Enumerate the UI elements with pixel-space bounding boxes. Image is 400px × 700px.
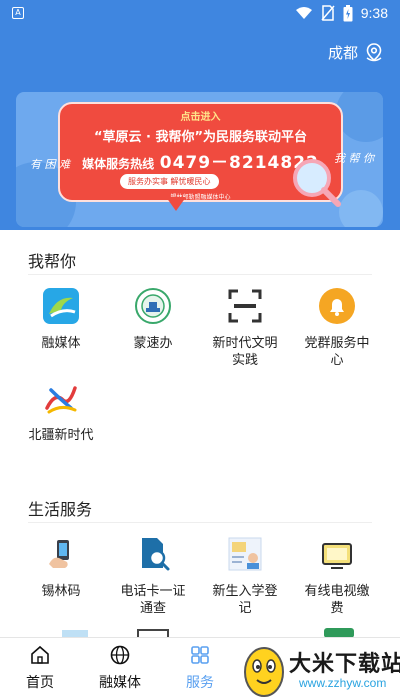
egg-mascot-icon: [244, 647, 284, 697]
service-item-cable-tv[interactable]: 有线电视缴费: [292, 534, 382, 617]
location-selector[interactable]: 成都: [328, 42, 384, 63]
watermark-title: 大米下载站: [289, 652, 400, 677]
globe-icon: [110, 645, 130, 665]
banner-cta: 点击进入: [180, 112, 221, 123]
service-item-xilin-code[interactable]: 锡林码: [16, 534, 106, 600]
tab-home[interactable]: 首页: [0, 644, 80, 692]
hand-phone-icon: [49, 540, 69, 568]
bell-icon: [319, 288, 355, 324]
location-label: 成都: [327, 44, 358, 62]
service-label: 北疆新时代: [28, 428, 94, 443]
service-label: 电话卡一证通查: [120, 584, 186, 616]
battery-icon: [343, 4, 353, 21]
media-fusion-icon: [43, 288, 79, 324]
service-label: 有线电视缴费: [304, 584, 370, 616]
service-item-enrollment[interactable]: 新生入学登记: [200, 534, 290, 617]
bubble-tail: [166, 197, 186, 211]
banner-title: “草原云 · 我帮你”为民服务联动平台: [93, 130, 308, 145]
scan-frame-icon: [228, 289, 262, 323]
wifi-icon: [295, 7, 312, 19]
section-title-life: 生活服务: [28, 500, 93, 519]
app-notification-icon: A: [12, 7, 24, 19]
service-label: 融媒体: [41, 336, 81, 351]
status-right: 9:38: [295, 4, 388, 22]
enrollment-icon: [228, 537, 262, 571]
banner-side-left: 有 困 难: [30, 158, 70, 171]
banner-side-right: 我 帮 你: [334, 152, 374, 165]
section-divider: [28, 274, 372, 275]
section-divider: [28, 522, 372, 523]
tab-label: 融媒体: [99, 675, 141, 691]
cable-tv-icon: [322, 543, 352, 569]
service-label: 锡林码: [41, 584, 81, 599]
beijiang-logo-icon: [45, 386, 77, 414]
service-label: 新时代文明实践: [212, 336, 278, 368]
service-item-simcard[interactable]: 电话卡一证通查: [108, 534, 198, 617]
service-item-party-center[interactable]: 党群服务中心: [292, 286, 382, 369]
watermark: 大米下载站 www.zzhyw.com: [225, 640, 400, 700]
service-label: 新生入学登记: [212, 584, 278, 616]
service-label: 党群服务中心: [304, 336, 370, 368]
banner-slogan: 服务办实事 解忧暖民心: [120, 174, 219, 189]
no-sim-icon: [321, 5, 335, 21]
section-title-help: 我帮你: [28, 252, 77, 271]
service-label: 蒙速办: [133, 336, 173, 351]
mengsuban-icon: [135, 288, 171, 324]
tab-label: 首页: [26, 675, 54, 691]
location-pin-icon: [366, 42, 382, 61]
promo-banner[interactable]: 点击进入 “草原云 · 我帮你”为民服务联动平台 媒体服务热线 0479－821…: [16, 92, 383, 227]
hotline-label: 媒体服务热线: [82, 157, 155, 171]
simcard-search-icon: [142, 538, 170, 571]
grid-icon: [191, 646, 209, 664]
service-item-media[interactable]: 融媒体: [16, 286, 106, 352]
service-item-mengsuban[interactable]: 蒙速办: [108, 286, 198, 352]
watermark-url: www.zzhyw.com: [299, 676, 387, 690]
tab-media[interactable]: 融媒体: [80, 644, 160, 692]
home-icon: [31, 645, 49, 664]
services-card: 我帮你 融媒体 蒙速办 新时代文明实践 党群服务中心 北疆新时代 生活服务 锡林…: [16, 238, 383, 638]
status-time: 9:38: [360, 5, 388, 21]
status-bar: A 9:38: [0, 0, 400, 26]
service-item-beijiang[interactable]: 北疆新时代: [16, 378, 106, 444]
service-item-civilization[interactable]: 新时代文明实践: [200, 286, 290, 369]
